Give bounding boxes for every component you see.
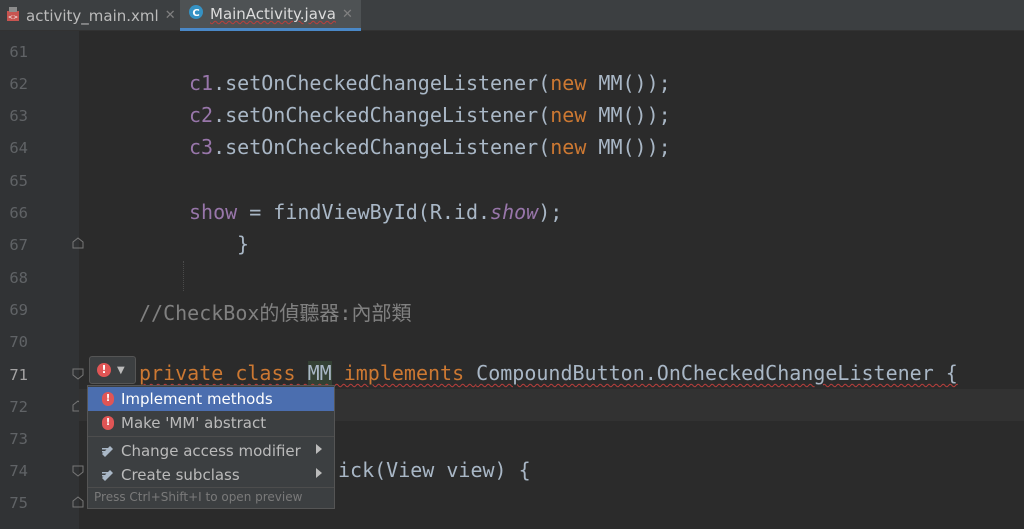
menu-item-make-abstract[interactable]: ! Make 'MM' abstract (88, 411, 334, 435)
error-bulb-icon: ! (101, 416, 115, 430)
code-token: MM()); (586, 103, 671, 127)
edit-intention-icon (101, 445, 115, 457)
code-token: = findViewById(R.id. (237, 200, 491, 224)
code-token: c1 (189, 71, 214, 95)
code-line-64[interactable]: c3.setOnCheckedChangeListener(new MM()); (189, 135, 671, 159)
code-token: new (550, 71, 587, 95)
code-line-71[interactable]: private class MM implements CompoundButt… (139, 361, 958, 385)
code-line-69-comment[interactable]: //CheckBox的偵聽器:內部類 (139, 297, 411, 326)
edit-intention-icon (101, 469, 115, 481)
menu-item-change-access-modifier[interactable]: Change access modifier (88, 439, 334, 463)
java-class-icon: C (188, 4, 204, 24)
code-token: .setOnCheckedChangeListener( (213, 103, 551, 127)
code-token: new (550, 135, 587, 159)
code-line-74[interactable]: ick(View view) { (338, 458, 531, 482)
intention-actions-popup: ! Implement methods ! Make 'MM' abstract… (87, 385, 335, 509)
code-token: MM()); (586, 71, 671, 95)
close-icon[interactable]: ✕ (165, 8, 176, 23)
menu-item-label: Change access modifier (121, 442, 301, 460)
indent-guide (183, 261, 184, 291)
close-icon[interactable]: ✕ (342, 7, 353, 22)
code-token: private class (139, 361, 308, 385)
tab-activity-main-xml[interactable]: <> activity_main.xml ✕ (0, 0, 177, 31)
menu-item-implement-methods[interactable]: ! Implement methods (88, 387, 334, 411)
error-bulb-icon: ! (101, 392, 115, 406)
code-line-63[interactable]: c2.setOnCheckedChangeListener(new MM()); (189, 103, 671, 127)
submenu-arrow-icon (316, 468, 322, 478)
code-token: CompoundButton.OnCheckedChangeListener { (476, 361, 958, 385)
error-bulb-icon: ! (97, 363, 111, 377)
code-token: .setOnCheckedChangeListener( (213, 71, 551, 95)
svg-text:C: C (192, 8, 199, 19)
code-token: implements (331, 361, 477, 385)
code-token: show (490, 200, 539, 224)
code-line-62[interactable]: c1.setOnCheckedChangeListener(new MM()); (189, 71, 671, 95)
tab-label: activity_main.xml (26, 6, 159, 25)
menu-item-label: Make 'MM' abstract (121, 414, 267, 432)
chevron-down-icon: ▼ (117, 364, 125, 376)
code-token: MM()); (586, 135, 671, 159)
menu-item-create-subclass[interactable]: Create subclass (88, 463, 334, 487)
code-token-class-name: MM (307, 361, 332, 385)
code-token: .setOnCheckedChangeListener( (213, 135, 551, 159)
tab-label: MainActivity.java (210, 5, 336, 23)
intention-bulb-button[interactable]: ! ▼ (89, 356, 136, 384)
submenu-arrow-icon (316, 444, 322, 454)
menu-item-label: Create subclass (121, 466, 240, 484)
code-token: show (189, 200, 238, 224)
code-line-66[interactable]: show = findViewById(R.id.show); (189, 200, 562, 224)
code-token: c2 (189, 103, 214, 127)
menu-item-label: Implement methods (121, 390, 273, 408)
popup-footer-hint: Press Ctrl+Shift+I to open preview (94, 490, 303, 504)
svg-text:<>: <> (8, 14, 18, 21)
tab-main-activity-java[interactable]: C MainActivity.java ✕ (180, 0, 361, 31)
menu-divider (88, 487, 334, 488)
code-line-67[interactable]: } (237, 232, 249, 256)
editor-tab-bar: <> activity_main.xml ✕ C MainActivity.ja… (0, 0, 1024, 31)
xml-file-icon: <> (6, 6, 20, 26)
code-token: new (550, 103, 587, 127)
code-token: ); (538, 200, 563, 224)
menu-divider (88, 436, 334, 437)
code-token: c3 (189, 135, 214, 159)
